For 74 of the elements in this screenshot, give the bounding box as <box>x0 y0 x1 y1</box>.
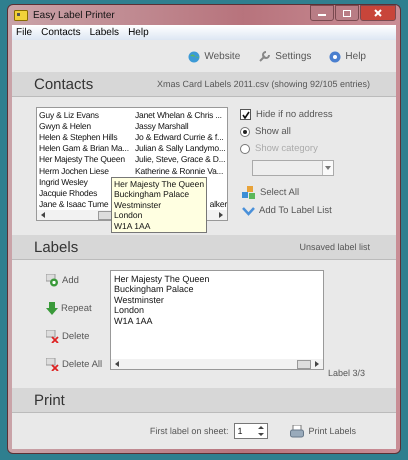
contact-name[interactable]: Katherine & Ronnie Va... <box>135 166 227 177</box>
address-line: Westminster <box>114 200 162 210</box>
address-line: W1A 1AA <box>114 220 152 232</box>
label-line: Buckingham Palace <box>114 284 195 295</box>
address-line: Her Majesty The Queen <box>114 179 204 190</box>
chevron-down-icon <box>242 206 255 216</box>
label-line: London <box>114 305 146 316</box>
action-button[interactable]: Select All <box>242 186 334 199</box>
print-labels-button[interactable]: Print Labels <box>290 424 356 438</box>
scroll-left-icon <box>40 211 46 219</box>
field-label: First label on sheet: <box>150 426 228 436</box>
toolbar-button[interactable]: Help <box>329 50 366 63</box>
first-label-spinner[interactable]: 1 <box>234 423 268 439</box>
minimize-button[interactable] <box>310 5 334 21</box>
add-page-icon <box>46 274 59 287</box>
menu-item[interactable]: File <box>16 27 32 38</box>
label-action-button[interactable]: Add <box>46 274 110 287</box>
contact-name[interactable]: Her Majesty The Queen <box>39 154 135 166</box>
check-icon <box>242 110 250 118</box>
file-info: Xmas Card Labels 2011.csv (showing 92/105 entries) <box>157 79 370 89</box>
menu-item[interactable]: Help <box>128 27 149 38</box>
contact-name[interactable]: Jassy Marshall <box>135 121 227 132</box>
label-line: Westminster <box>114 294 165 306</box>
delete-page-icon <box>46 330 59 343</box>
address-line: London <box>114 210 144 221</box>
action-button[interactable]: Add To Label List <box>242 205 334 216</box>
list-status: Unsaved label list <box>299 242 370 252</box>
spin-arrows-icon <box>257 425 266 437</box>
scrollbar[interactable] <box>111 359 323 369</box>
label-action-button[interactable]: Delete <box>46 330 110 343</box>
toolbar-button[interactable]: Settings <box>258 50 312 63</box>
address-line: Buckingham Palace <box>114 189 190 200</box>
scroll-right-icon <box>218 211 224 219</box>
toolbar-button[interactable]: Website <box>188 50 240 63</box>
label-line: Her Majesty The Queen <box>114 274 210 284</box>
down-arrow-icon <box>46 302 58 315</box>
contact-name[interactable]: Julian & Sally Landymo... <box>135 143 227 154</box>
maximize-icon <box>343 10 351 16</box>
maximize-button[interactable] <box>335 5 359 21</box>
contact-name[interactable]: Helen & Stephen Hills <box>39 132 135 144</box>
contact-name[interactable]: Helen Gam & Brian Ma... <box>39 143 135 154</box>
label-counter: Label 3/3 <box>328 368 366 378</box>
scroll-left-icon <box>114 360 120 368</box>
contact-name[interactable]: Guy & Liz Evans <box>39 110 135 122</box>
contact-name[interactable]: Janet Whelan & Chris ... <box>135 110 227 122</box>
help-icon <box>329 50 342 62</box>
printer-icon <box>290 424 304 438</box>
section-title: Labels <box>34 238 78 256</box>
close-button[interactable] <box>360 5 396 21</box>
label-line: W1A 1AA <box>114 316 154 326</box>
label-icon <box>14 10 28 20</box>
caret-icon <box>325 166 331 170</box>
menu-item[interactable]: Contacts <box>41 27 81 38</box>
radio-button[interactable] <box>240 126 250 136</box>
menu-item[interactable]: Labels <box>90 27 120 38</box>
contact-name[interactable]: Jo & Edward Currie & f... <box>135 132 227 144</box>
wrench-icon <box>258 50 272 63</box>
contact-name[interactable]: Herm Jochen Liese <box>39 166 135 177</box>
delete-page-icon <box>46 358 59 371</box>
cubes-icon <box>242 186 256 199</box>
globe-icon <box>188 50 200 62</box>
section-title: Contacts <box>34 76 94 92</box>
close-icon <box>374 9 382 17</box>
scroll-right-icon <box>314 360 320 368</box>
filter-radio[interactable]: Show all <box>240 126 334 137</box>
window-title: Easy Label Printer <box>33 10 115 20</box>
label-action-button[interactable]: Delete All <box>46 358 110 371</box>
hide-no-address-checkbox[interactable]: Hide if no address <box>240 109 334 120</box>
label-action-button[interactable]: Repeat <box>46 302 110 315</box>
contact-name[interactable]: Julie, Steve, Grace & D... <box>135 154 227 166</box>
contact-name[interactable]: Gwyn & Helen <box>39 121 135 132</box>
scroll-thumb[interactable] <box>297 360 311 368</box>
section-title: Print <box>34 392 65 408</box>
checkbox[interactable] <box>240 109 251 120</box>
